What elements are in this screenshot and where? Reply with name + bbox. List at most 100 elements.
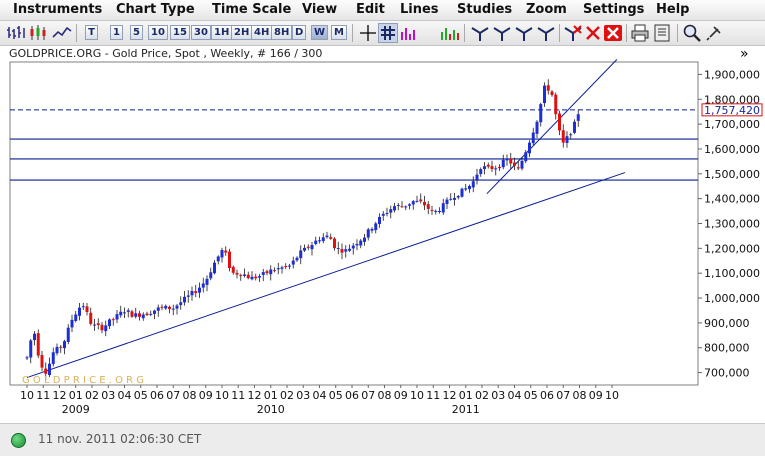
x-tick-label: 12 [443, 389, 457, 402]
candle-body [261, 272, 265, 275]
candle-body [483, 166, 486, 170]
candle-body [209, 272, 213, 279]
candle-body [235, 272, 239, 275]
candle-body [93, 324, 96, 326]
candle-body [471, 181, 475, 188]
candle-body [464, 188, 468, 190]
candle-body [370, 228, 374, 231]
candle-body [445, 199, 449, 205]
candle-body [333, 238, 336, 249]
candle-body [190, 290, 194, 296]
candle-body [524, 152, 528, 162]
candle-body [186, 295, 190, 297]
candle-body [179, 302, 183, 306]
y-tick-label: 1,900,000 [704, 68, 760, 81]
candle-body [505, 158, 509, 161]
candle-body [348, 248, 351, 251]
candle-body [393, 206, 396, 211]
candle-body [486, 164, 490, 167]
candle-body [220, 249, 224, 258]
candle-body [355, 243, 359, 246]
x-tick-label: 08 [183, 389, 197, 402]
y-tick-label: 1,600,000 [704, 143, 760, 156]
x-tick-label: 11 [36, 389, 50, 402]
candle-body [513, 162, 516, 166]
candle-body [385, 213, 389, 215]
candle-body [224, 250, 228, 253]
price-chart[interactable]: 700,000 800,000 900,000 1,000,000 1,100,000 1… [0, 0, 765, 455]
candle-body [516, 167, 520, 169]
candle-body [153, 310, 156, 314]
candle-body [63, 341, 66, 349]
candle-body [108, 319, 111, 327]
candle-body [456, 196, 460, 198]
candle-body [250, 276, 254, 280]
x-tick-label: 05 [134, 389, 148, 402]
candle-body [231, 266, 235, 273]
candle-body [468, 185, 471, 190]
x-tick-label: 03 [296, 389, 310, 402]
candle-body [96, 323, 100, 325]
x-tick-label: 10 [20, 389, 34, 402]
y-tick-label: 1,400,000 [704, 193, 760, 206]
candle-body [573, 121, 576, 133]
candle-body [243, 274, 246, 276]
x-tick-label: 01 [264, 389, 278, 402]
candle-body [303, 247, 306, 251]
candle-body [404, 206, 408, 208]
y-tick-label: 1,500,000 [704, 168, 760, 181]
candle-body [310, 244, 314, 250]
candle-body [280, 267, 284, 269]
candle-body [460, 188, 464, 197]
candle-body [115, 314, 119, 320]
candle-body [441, 203, 445, 213]
candle-body [535, 121, 539, 134]
candle-body [126, 310, 130, 312]
x-tick-label: 11 [231, 389, 245, 402]
candle-body [138, 313, 141, 317]
candle-body [490, 166, 494, 170]
x-year-label: 2010 [257, 403, 285, 416]
candle-body [558, 113, 561, 131]
candle-body [164, 305, 168, 309]
candle-body [561, 130, 565, 143]
candle-body [119, 311, 123, 316]
candle-body [141, 314, 145, 319]
candle-body [453, 197, 456, 200]
candle-body [201, 283, 205, 288]
candle-body [288, 265, 291, 267]
x-tick-label: 09 [394, 389, 408, 402]
candle-body [134, 313, 138, 317]
candle-body [359, 240, 363, 246]
candle-body [171, 308, 175, 310]
x-tick-label: 12 [53, 389, 67, 402]
x-tick-label: 02 [85, 389, 99, 402]
x-tick-label: 03 [101, 389, 115, 402]
x-tick-label: 02 [475, 389, 489, 402]
candle-body [321, 237, 325, 242]
y-tick-label: 1,300,000 [704, 218, 760, 231]
candle-body [438, 211, 441, 213]
candle-body [25, 357, 29, 359]
x-tick-label: 05 [524, 389, 538, 402]
candle-body [299, 250, 303, 259]
candle-body [149, 313, 153, 315]
candle-body [520, 160, 524, 169]
candle-body [378, 216, 381, 224]
x-tick-label: 07 [361, 389, 375, 402]
candle-body [411, 201, 415, 205]
candle-body [130, 311, 134, 317]
candle-body [434, 210, 438, 212]
x-tick-label: 09 [199, 389, 213, 402]
candle-body [543, 85, 546, 104]
candle-body [81, 306, 85, 308]
plot-area [9, 61, 699, 386]
x-tick-label: 09 [589, 389, 603, 402]
candle-body [363, 237, 366, 242]
candle-body [344, 249, 348, 252]
candle-body [89, 312, 93, 324]
x-tick-label: 05 [329, 389, 343, 402]
x-tick-label: 08 [573, 389, 587, 402]
candle-body [284, 265, 288, 267]
candle-body [426, 204, 430, 209]
